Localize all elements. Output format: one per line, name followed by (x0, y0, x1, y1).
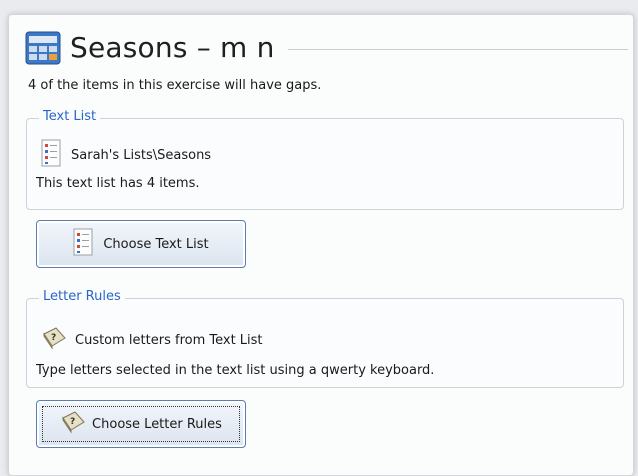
letter-rules-item: ? Custom letters from Text List (41, 326, 263, 354)
title-divider (288, 49, 628, 50)
intro-text: 4 of the items in this exercise will hav… (28, 78, 322, 93)
choose-text-list-button[interactable]: Choose Text List (36, 220, 246, 268)
letter-rules-group-label: Letter Rules (39, 289, 125, 304)
letter-rules-description: Type letters selected in the text list u… (36, 363, 435, 378)
title-row: Seasons – m n (24, 28, 275, 68)
exercise-icon (24, 28, 64, 68)
svg-text:?: ? (51, 333, 56, 343)
letter-rules-name: Custom letters from Text List (75, 332, 263, 348)
choose-letter-rules-button[interactable]: ? Choose Letter Rules (36, 400, 246, 448)
text-list-name: Sarah's Lists\Seasons (71, 147, 212, 163)
text-list-description: This text list has 4 items. (36, 176, 200, 191)
page-title: Seasons – m n (70, 31, 275, 64)
letter-rules-icon: ? (41, 326, 67, 354)
svg-text:?: ? (70, 417, 75, 427)
text-list-icon (41, 139, 61, 171)
letter-rules-group: Letter Rules ? Custom letters from Text … (26, 289, 624, 388)
text-list-group-label: Text List (39, 109, 101, 124)
choose-text-list-label: Choose Text List (103, 236, 209, 252)
choose-letter-rules-label: Choose Letter Rules (92, 416, 222, 432)
text-list-item: Sarah's Lists\Seasons (41, 139, 211, 171)
text-list-group: Text List Sarah's Lists\Seasons This tex… (26, 109, 624, 210)
text-list-icon (73, 228, 93, 260)
letter-rules-icon: ? (60, 410, 86, 438)
